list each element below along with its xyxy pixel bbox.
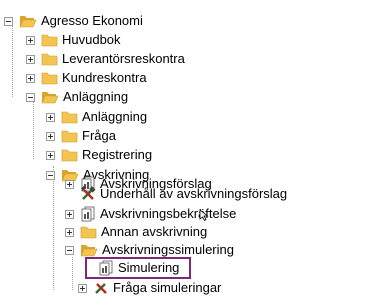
expand-icon[interactable]: [65, 227, 74, 237]
navigation-tree: Agresso Ekonomi Huvudbok Leverantörsresk…: [0, 0, 390, 295]
tree-node-agresso-ekonomi[interactable]: Agresso Ekonomi: [4, 12, 143, 30]
tree-node-fraga-simuleringar[interactable]: Fråga simuleringar: [78, 279, 221, 297]
expand-icon[interactable]: [65, 209, 74, 219]
expand-icon[interactable]: [46, 112, 55, 122]
tree-node-label: Anläggning: [63, 89, 129, 104]
tree-node-label: Huvudbok: [62, 32, 121, 47]
tree-node-anlaggning[interactable]: Anläggning: [26, 88, 128, 106]
collapse-icon[interactable]: [46, 170, 55, 180]
folder-icon: [61, 148, 78, 162]
folder-icon: [41, 71, 58, 85]
expand-icon[interactable]: [26, 35, 35, 45]
expand-icon[interactable]: [78, 283, 87, 293]
folder-icon: [41, 33, 58, 47]
tools-icon: [93, 280, 109, 296]
expand-icon[interactable]: [46, 131, 55, 141]
tree-node-label: Kundreskontra: [62, 70, 147, 85]
tree-line: [33, 99, 34, 159]
tree-node-label: Fråga: [82, 128, 116, 143]
tree-node-anlaggning-child[interactable]: Anläggning: [46, 108, 147, 126]
tree-node-huvudbok[interactable]: Huvudbok: [26, 31, 121, 49]
tree-node-annan-avskrivning[interactable]: Annan avskrivning: [65, 223, 207, 241]
report-icon: [80, 206, 96, 222]
tree-node-label: Avskrivningsbekräftelse: [100, 206, 237, 221]
tree-node-label: Underhåll av avskrivningsförslag: [100, 186, 288, 201]
tree-node-leverantorsreskontra[interactable]: Leverantörsreskontra: [26, 50, 185, 68]
tree-line: [12, 24, 13, 97]
tree-node-kundreskontra[interactable]: Kundreskontra: [26, 69, 147, 87]
tree-node-registrering[interactable]: Registrering: [46, 146, 152, 164]
selection-highlight: [85, 257, 191, 279]
expand-icon[interactable]: [26, 54, 35, 64]
tree-node-label: Leverantörsreskontra: [62, 51, 185, 66]
expand-icon[interactable]: [26, 73, 35, 83]
cursor-icon: [199, 209, 209, 221]
tree-node-label: Anläggning: [82, 109, 148, 124]
open-folder-icon: [19, 14, 37, 28]
collapse-icon[interactable]: [4, 16, 13, 26]
open-folder-icon: [41, 90, 59, 104]
tree-node-label: Agresso Ekonomi: [41, 13, 143, 28]
collapse-icon[interactable]: [26, 92, 35, 102]
open-folder-icon: [80, 243, 98, 257]
expand-icon[interactable]: [46, 150, 55, 160]
folder-icon: [41, 52, 58, 66]
tools-icon: [80, 186, 96, 202]
tree-line: [53, 166, 54, 290]
folder-icon: [80, 225, 97, 239]
tree-node-avskrivningsbekraftelse[interactable]: Avskrivningsbekräftelse: [65, 205, 236, 223]
folder-icon: [61, 110, 78, 124]
tree-node-label: Registrering: [82, 147, 153, 162]
tree-node-underhall[interactable]: Underhåll av avskrivningsförslag: [65, 185, 287, 203]
tree-node-label: Annan avskrivning: [101, 224, 208, 239]
collapse-icon[interactable]: [65, 245, 74, 255]
tree-line: [72, 257, 73, 290]
tree-node-fraga[interactable]: Fråga: [46, 127, 116, 145]
tree-node-label: Fråga simuleringar: [113, 280, 222, 295]
folder-icon: [61, 129, 78, 143]
